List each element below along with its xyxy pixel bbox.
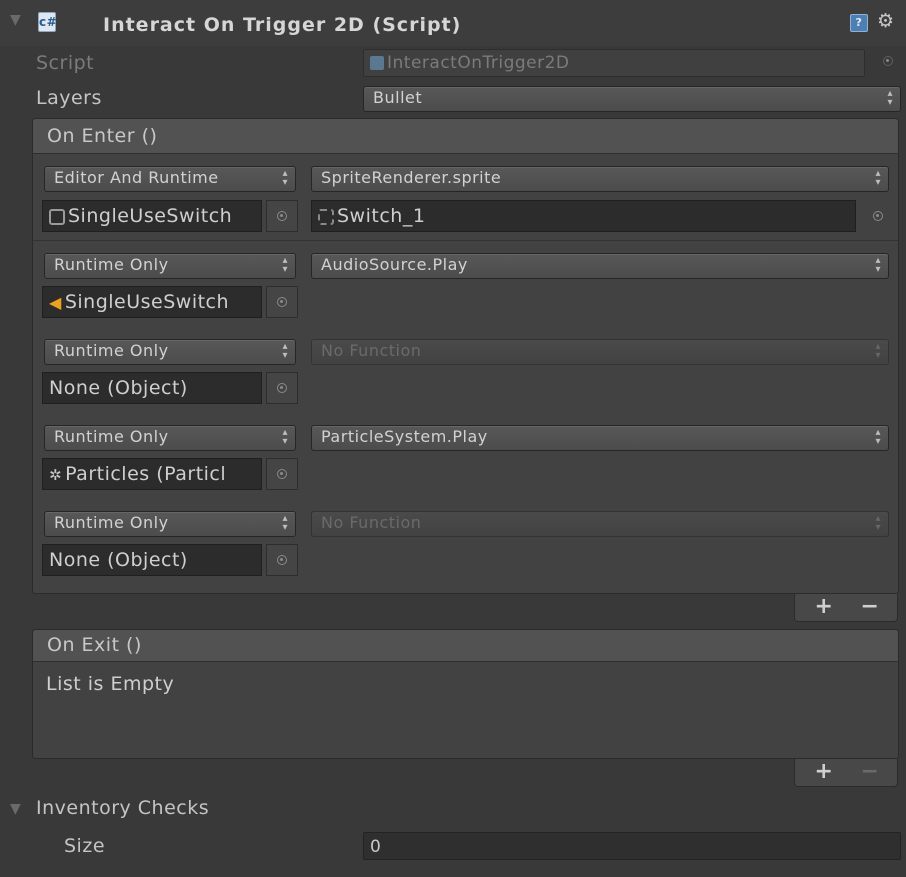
sprite-renderer-icon <box>49 208 65 225</box>
on-exit-title: On Exit () <box>47 634 142 656</box>
target-object-value: Particles (Particl <box>65 463 227 485</box>
target-object-value: SingleUseSwitch <box>64 291 230 313</box>
script-field: InteractOnTrigger2D <box>363 49 865 77</box>
object-picker-button[interactable] <box>266 544 298 576</box>
target-object-field[interactable]: None (Object) <box>42 372 262 404</box>
function-dropdown-disabled: No Function ▴ ▾ <box>311 511 889 537</box>
target-object-value: SingleUseSwitch <box>68 205 233 227</box>
object-picker-button[interactable] <box>266 458 298 490</box>
on-enter-title: On Enter () <box>47 125 158 147</box>
picker-circle-icon <box>277 555 287 565</box>
target-object-field[interactable]: ✲ Particles (Particl <box>42 458 262 490</box>
target-object-field[interactable]: ◀ SingleUseSwitch <box>42 286 262 318</box>
dropdown-arrows-icon: ▴ ▾ <box>282 427 288 447</box>
call-state-dropdown[interactable]: Runtime Only ▴ ▾ <box>44 511 296 537</box>
dropdown-arrows-icon: ▴ ▾ <box>875 341 881 361</box>
on-enter-header: On Enter () <box>33 119 898 154</box>
dropdown-arrows-icon: ▴ ▾ <box>282 168 288 188</box>
on-exit-footer: + − <box>794 759 898 787</box>
function-value: SpriteRenderer.sprite <box>321 168 502 187</box>
audio-source-icon: ◀ <box>49 292 62 312</box>
script-value: InteractOnTrigger2D <box>387 53 570 73</box>
inventory-foldout-arrow-icon[interactable]: ▼ <box>10 801 21 817</box>
dropdown-arrows-icon: ▴ ▾ <box>875 168 881 188</box>
size-value: 0 <box>370 837 382 857</box>
picker-circle-icon <box>277 211 287 221</box>
function-value: No Function <box>321 341 422 360</box>
entry-separator <box>33 240 898 241</box>
size-label: Size <box>64 835 106 857</box>
list-empty-text: List is Empty <box>46 673 175 695</box>
on-exit-header: On Exit () <box>33 630 898 662</box>
inventory-checks-label[interactable]: Inventory Checks <box>36 797 209 819</box>
dropdown-arrows-icon: ▴ ▾ <box>282 255 288 275</box>
dropdown-arrows-icon: ▴ ▾ <box>875 427 881 447</box>
remove-listener-button: − <box>860 759 880 784</box>
call-state-value: Editor And Runtime <box>54 168 219 187</box>
layers-value: Bullet <box>373 88 423 107</box>
object-picker-button[interactable] <box>266 286 298 318</box>
argument-object-field[interactable]: Switch_1 <box>311 200 856 232</box>
function-dropdown[interactable]: SpriteRenderer.sprite ▴ ▾ <box>311 166 889 192</box>
picker-circle-icon <box>873 211 883 221</box>
sprite-asset-icon <box>318 208 334 225</box>
call-state-dropdown[interactable]: Runtime Only ▴ ▾ <box>44 425 296 451</box>
remove-listener-button[interactable]: − <box>855 594 885 620</box>
script-file-icon <box>370 56 384 70</box>
dropdown-arrows-icon: ▴ ▾ <box>887 88 893 108</box>
target-object-field[interactable]: None (Object) <box>42 544 262 576</box>
picker-circle-icon <box>277 383 287 393</box>
script-label: Script <box>36 52 95 74</box>
function-value: ParticleSystem.Play <box>321 427 488 446</box>
object-picker-button[interactable] <box>266 200 298 232</box>
dropdown-arrows-icon: ▴ ▾ <box>875 513 881 533</box>
call-state-value: Runtime Only <box>54 341 169 360</box>
add-listener-button[interactable]: + <box>809 594 839 620</box>
on-enter-footer: + − <box>794 594 898 622</box>
dropdown-arrows-icon: ▴ ▾ <box>282 341 288 361</box>
size-input[interactable]: 0 <box>363 832 901 860</box>
dropdown-arrows-icon: ▴ ▾ <box>875 255 881 275</box>
call-state-value: Runtime Only <box>54 255 169 274</box>
target-object-field[interactable]: SingleUseSwitch <box>42 200 262 232</box>
argument-value: Switch_1 <box>337 205 426 227</box>
layers-label: Layers <box>36 87 102 109</box>
component-title: Interact On Trigger 2D (Script) <box>103 14 462 36</box>
component-foldout-arrow-icon[interactable]: ▼ <box>10 12 21 28</box>
target-object-value: None (Object) <box>49 377 188 399</box>
help-book-icon[interactable]: ? <box>850 14 868 32</box>
picker-circle-icon <box>277 469 287 479</box>
gear-icon[interactable]: ⚙ <box>877 10 895 32</box>
csharp-script-icon: c# <box>38 12 57 32</box>
call-state-value: Runtime Only <box>54 513 169 532</box>
target-object-value: None (Object) <box>49 549 188 571</box>
call-state-dropdown[interactable]: Runtime Only ▴ ▾ <box>44 253 296 279</box>
function-value: AudioSource.Play <box>321 255 468 274</box>
object-picker-button[interactable] <box>266 372 298 404</box>
layers-dropdown[interactable]: Bullet ▴ ▾ <box>363 86 901 112</box>
function-dropdown[interactable]: AudioSource.Play ▴ ▾ <box>311 253 889 279</box>
argument-picker-button[interactable] <box>866 204 890 228</box>
call-state-dropdown[interactable]: Runtime Only ▴ ▾ <box>44 339 296 365</box>
particle-system-icon: ✲ <box>49 465 63 484</box>
add-listener-button[interactable]: + <box>809 759 839 785</box>
dropdown-arrows-icon: ▴ ▾ <box>282 513 288 533</box>
call-state-dropdown[interactable]: Editor And Runtime ▴ ▾ <box>44 166 296 192</box>
function-dropdown-disabled: No Function ▴ ▾ <box>311 339 889 365</box>
picker-circle-icon <box>277 297 287 307</box>
function-dropdown[interactable]: ParticleSystem.Play ▴ ▾ <box>311 425 889 451</box>
script-picker-icon <box>880 52 898 70</box>
call-state-value: Runtime Only <box>54 427 169 446</box>
function-value: No Function <box>321 513 422 532</box>
